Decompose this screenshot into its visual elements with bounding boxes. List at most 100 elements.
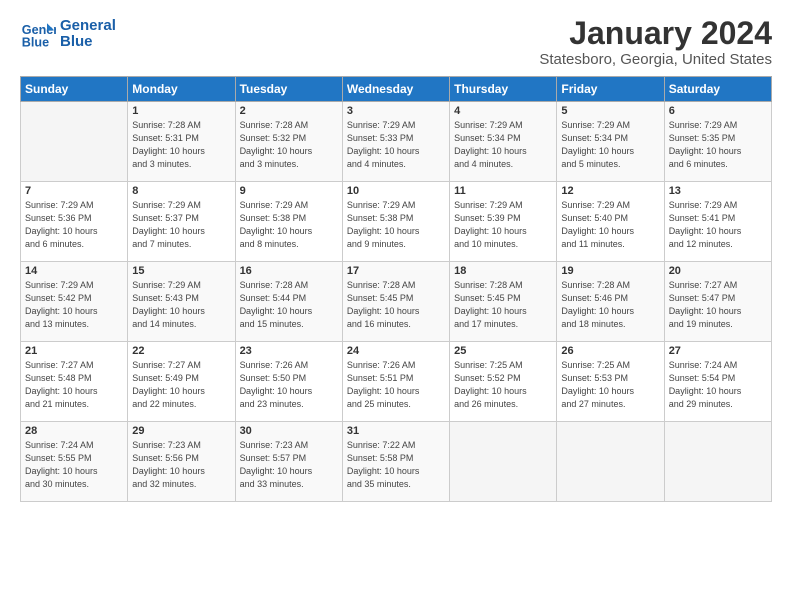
calendar-cell: 26 Sunrise: 7:25 AM Sunset: 5:53 PM Dayli… — [557, 342, 664, 422]
day-number: 22 — [132, 345, 230, 357]
calendar-cell: 5 Sunrise: 7:29 AM Sunset: 5:34 PM Daylig… — [557, 102, 664, 182]
calendar-cell: 29Sunrise: 7:23 AM Sunset: 5:56 PM Dayli… — [128, 422, 235, 502]
svg-text:Blue: Blue — [22, 36, 49, 50]
day-info: Sunrise: 7:29 AM Sunset: 5:39 PM Dayligh… — [454, 199, 552, 251]
day-info: Sunrise: 7:29 AM Sunset: 5:40 PM Dayligh… — [561, 199, 659, 251]
calendar-cell: 8 Sunrise: 7:29 AM Sunset: 5:37 PM Daylig… — [128, 182, 235, 262]
day-number: 1 — [132, 105, 230, 117]
calendar-week-2: 14Sunrise: 7:29 AM Sunset: 5:42 PM Dayli… — [21, 262, 772, 342]
day-number: 16 — [240, 265, 338, 277]
day-number: 25 — [454, 345, 552, 357]
day-number: 2 — [240, 105, 338, 117]
calendar-cell — [664, 422, 771, 502]
calendar-cell — [450, 422, 557, 502]
day-number: 13 — [669, 185, 767, 197]
calendar-cell: 7 Sunrise: 7:29 AM Sunset: 5:36 PM Daylig… — [21, 182, 128, 262]
calendar-cell: 24 Sunrise: 7:26 AM Sunset: 5:51 PM Dayli… — [342, 342, 449, 422]
day-number: 4 — [454, 105, 552, 117]
calendar-cell: 12Sunrise: 7:29 AM Sunset: 5:40 PM Dayli… — [557, 182, 664, 262]
day-info: Sunrise: 7:28 AM Sunset: 5:45 PM Dayligh… — [454, 279, 552, 331]
calendar-cell: 15Sunrise: 7:29 AM Sunset: 5:43 PM Dayli… — [128, 262, 235, 342]
calendar-cell: 28 Sunrise: 7:24 AM Sunset: 5:55 PM Dayli… — [21, 422, 128, 502]
calendar-cell — [21, 102, 128, 182]
day-number: 11 — [454, 185, 552, 197]
day-number: 28 — [25, 425, 123, 437]
calendar-table: SundayMondayTuesdayWednesdayThursdayFrid… — [20, 76, 772, 502]
day-header-tuesday: Tuesday — [235, 77, 342, 102]
day-number: 14 — [25, 265, 123, 277]
day-header-thursday: Thursday — [450, 77, 557, 102]
day-info: Sunrise: 7:28 AM Sunset: 5:46 PM Dayligh… — [561, 279, 659, 331]
day-info: Sunrise: 7:28 AM Sunset: 5:44 PM Dayligh… — [240, 279, 338, 331]
day-info: Sunrise: 7:28 AM Sunset: 5:32 PM Dayligh… — [240, 119, 338, 171]
calendar-cell: 27 Sunrise: 7:24 AM Sunset: 5:54 PM Dayli… — [664, 342, 771, 422]
day-info: Sunrise: 7:25 AM Sunset: 5:53 PM Dayligh… — [561, 359, 659, 411]
calendar-cell: 2 Sunrise: 7:28 AM Sunset: 5:32 PM Daylig… — [235, 102, 342, 182]
calendar-header-row: SundayMondayTuesdayWednesdayThursdayFrid… — [21, 77, 772, 102]
month-title: January 2024 — [539, 16, 772, 51]
calendar-cell: 23 Sunrise: 7:26 AM Sunset: 5:50 PM Dayli… — [235, 342, 342, 422]
day-number: 20 — [669, 265, 767, 277]
day-number: 8 — [132, 185, 230, 197]
calendar-cell: 16 Sunrise: 7:28 AM Sunset: 5:44 PM Dayli… — [235, 262, 342, 342]
logo-icon: General Blue — [20, 16, 56, 52]
day-number: 19 — [561, 265, 659, 277]
day-info: Sunrise: 7:26 AM Sunset: 5:51 PM Dayligh… — [347, 359, 445, 411]
day-info: Sunrise: 7:29 AM Sunset: 5:41 PM Dayligh… — [669, 199, 767, 251]
day-info: Sunrise: 7:29 AM Sunset: 5:34 PM Dayligh… — [561, 119, 659, 171]
day-info: Sunrise: 7:29 AM Sunset: 5:34 PM Dayligh… — [454, 119, 552, 171]
calendar-cell — [557, 422, 664, 502]
calendar-cell: 18Sunrise: 7:28 AM Sunset: 5:45 PM Dayli… — [450, 262, 557, 342]
calendar-cell: 25 Sunrise: 7:25 AM Sunset: 5:52 PM Dayli… — [450, 342, 557, 422]
day-number: 7 — [25, 185, 123, 197]
calendar-cell: 14Sunrise: 7:29 AM Sunset: 5:42 PM Dayli… — [21, 262, 128, 342]
calendar-week-3: 21 Sunrise: 7:27 AM Sunset: 5:48 PM Dayli… — [21, 342, 772, 422]
day-number: 10 — [347, 185, 445, 197]
day-info: Sunrise: 7:29 AM Sunset: 5:37 PM Dayligh… — [132, 199, 230, 251]
calendar-cell: 30 Sunrise: 7:23 AM Sunset: 5:57 PM Dayli… — [235, 422, 342, 502]
day-info: Sunrise: 7:22 AM Sunset: 5:58 PM Dayligh… — [347, 439, 445, 491]
day-info: Sunrise: 7:29 AM Sunset: 5:33 PM Dayligh… — [347, 119, 445, 171]
day-number: 5 — [561, 105, 659, 117]
page-header: General Blue General Blue January 2024 S… — [20, 16, 772, 68]
day-number: 30 — [240, 425, 338, 437]
day-number: 23 — [240, 345, 338, 357]
logo-line1: General — [60, 18, 116, 35]
day-number: 3 — [347, 105, 445, 117]
calendar-cell: 11 Sunrise: 7:29 AM Sunset: 5:39 PM Dayli… — [450, 182, 557, 262]
day-number: 6 — [669, 105, 767, 117]
day-info: Sunrise: 7:24 AM Sunset: 5:55 PM Dayligh… — [25, 439, 123, 491]
day-info: Sunrise: 7:29 AM Sunset: 5:43 PM Dayligh… — [132, 279, 230, 331]
day-info: Sunrise: 7:27 AM Sunset: 5:47 PM Dayligh… — [669, 279, 767, 331]
day-info: Sunrise: 7:26 AM Sunset: 5:50 PM Dayligh… — [240, 359, 338, 411]
day-info: Sunrise: 7:28 AM Sunset: 5:31 PM Dayligh… — [132, 119, 230, 171]
calendar-cell: 1 Sunrise: 7:28 AM Sunset: 5:31 PM Daylig… — [128, 102, 235, 182]
location: Statesboro, Georgia, United States — [539, 51, 772, 68]
day-info: Sunrise: 7:29 AM Sunset: 5:38 PM Dayligh… — [347, 199, 445, 251]
logo-line2: Blue — [60, 34, 116, 51]
day-info: Sunrise: 7:29 AM Sunset: 5:35 PM Dayligh… — [669, 119, 767, 171]
calendar-cell: 9Sunrise: 7:29 AM Sunset: 5:38 PM Daylig… — [235, 182, 342, 262]
day-info: Sunrise: 7:24 AM Sunset: 5:54 PM Dayligh… — [669, 359, 767, 411]
calendar-cell: 3 Sunrise: 7:29 AM Sunset: 5:33 PM Daylig… — [342, 102, 449, 182]
day-number: 31 — [347, 425, 445, 437]
calendar-cell: 17Sunrise: 7:28 AM Sunset: 5:45 PM Dayli… — [342, 262, 449, 342]
day-header-sunday: Sunday — [21, 77, 128, 102]
day-number: 21 — [25, 345, 123, 357]
day-info: Sunrise: 7:23 AM Sunset: 5:57 PM Dayligh… — [240, 439, 338, 491]
calendar-cell: 20 Sunrise: 7:27 AM Sunset: 5:47 PM Dayli… — [664, 262, 771, 342]
day-number: 27 — [669, 345, 767, 357]
day-info: Sunrise: 7:27 AM Sunset: 5:48 PM Dayligh… — [25, 359, 123, 411]
day-header-saturday: Saturday — [664, 77, 771, 102]
calendar-cell: 21 Sunrise: 7:27 AM Sunset: 5:48 PM Dayli… — [21, 342, 128, 422]
title-block: January 2024 Statesboro, Georgia, United… — [539, 16, 772, 68]
calendar-cell: 13 Sunrise: 7:29 AM Sunset: 5:41 PM Dayli… — [664, 182, 771, 262]
day-header-friday: Friday — [557, 77, 664, 102]
day-info: Sunrise: 7:29 AM Sunset: 5:36 PM Dayligh… — [25, 199, 123, 251]
calendar-week-1: 7 Sunrise: 7:29 AM Sunset: 5:36 PM Daylig… — [21, 182, 772, 262]
day-info: Sunrise: 7:25 AM Sunset: 5:52 PM Dayligh… — [454, 359, 552, 411]
day-info: Sunrise: 7:27 AM Sunset: 5:49 PM Dayligh… — [132, 359, 230, 411]
calendar-cell: 22 Sunrise: 7:27 AM Sunset: 5:49 PM Dayli… — [128, 342, 235, 422]
day-number: 24 — [347, 345, 445, 357]
day-number: 26 — [561, 345, 659, 357]
